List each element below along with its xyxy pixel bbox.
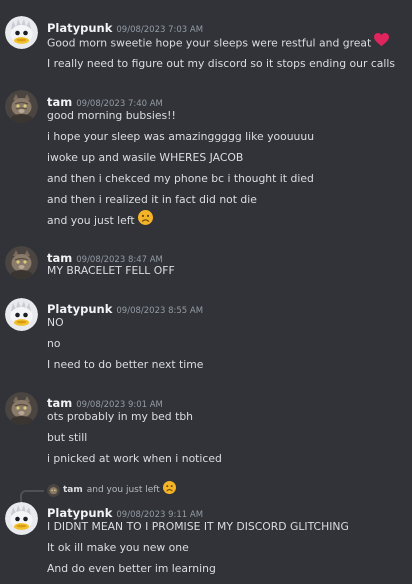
chat-message-list: Platypunk 09/08/2023 7:03 AM Good morn sw…: [0, 0, 412, 584]
reply-author[interactable]: tam: [63, 485, 83, 495]
message-text: i pnicked at work when i noticed: [47, 452, 222, 465]
message-author[interactable]: tam: [47, 95, 72, 109]
message-author[interactable]: Platypunk: [47, 506, 112, 520]
message-text: but still: [47, 431, 88, 444]
cat-avatar-icon: [47, 483, 60, 497]
message-text: i hope your sleep was amazinggggg like y…: [47, 130, 315, 143]
message-text: MY BRACELET FELL OFF: [47, 264, 175, 277]
message-text: And do even better im learning: [47, 562, 216, 575]
platypunk-avatar[interactable]: [5, 502, 38, 535]
message-text: and then i realized it in fact did not d…: [47, 193, 257, 206]
cat-avatar-icon: [5, 90, 38, 123]
message-author[interactable]: Platypunk: [47, 302, 112, 316]
reply-text: and you just left: [86, 485, 160, 495]
message-author[interactable]: Platypunk: [47, 21, 112, 35]
message-text: good morning bubsies!!: [47, 109, 176, 122]
message-text: It ok ill make you new one: [47, 541, 189, 554]
platypunk-avatar[interactable]: [5, 16, 38, 49]
message-text: Good morn sweetie hope your sleeps were …: [47, 33, 390, 52]
message-text: I DIDNT MEAN TO I PROMISE IT MY DISCORD …: [47, 520, 349, 533]
message-timestamp: 09/08/2023 8:55 AM: [116, 306, 204, 316]
message-author[interactable]: tam: [47, 396, 72, 410]
message-text: I really need to figure out my discord s…: [47, 57, 396, 70]
platypunk-avatar[interactable]: [5, 298, 38, 331]
message-text: NO: [47, 316, 64, 329]
cat-avatar[interactable]: [5, 90, 38, 123]
message-text: and then i chekced my phone bc i thought…: [47, 172, 314, 185]
cat-avatar: [47, 483, 60, 497]
message-text: iwoke up and wasile WHERES JACOB: [47, 151, 244, 164]
platypunk-avatar-icon: [5, 16, 38, 49]
message-text: I need to do better next time: [47, 358, 204, 371]
message-text: no: [47, 337, 61, 350]
platypunk-avatar-icon: [5, 502, 38, 535]
cat-avatar[interactable]: [5, 392, 38, 425]
frowning-face-emoji: [162, 481, 176, 497]
red-heart-emoji[interactable]: [374, 33, 390, 52]
message-text: ots probably in my bed tbh: [47, 410, 194, 423]
cat-avatar[interactable]: [5, 246, 38, 279]
cat-avatar-icon: [5, 246, 38, 279]
frowning-face-emoji[interactable]: [137, 210, 153, 230]
message-text: and you just left: [47, 210, 153, 230]
platypunk-avatar-icon: [5, 298, 38, 331]
cat-avatar-icon: [5, 392, 38, 425]
